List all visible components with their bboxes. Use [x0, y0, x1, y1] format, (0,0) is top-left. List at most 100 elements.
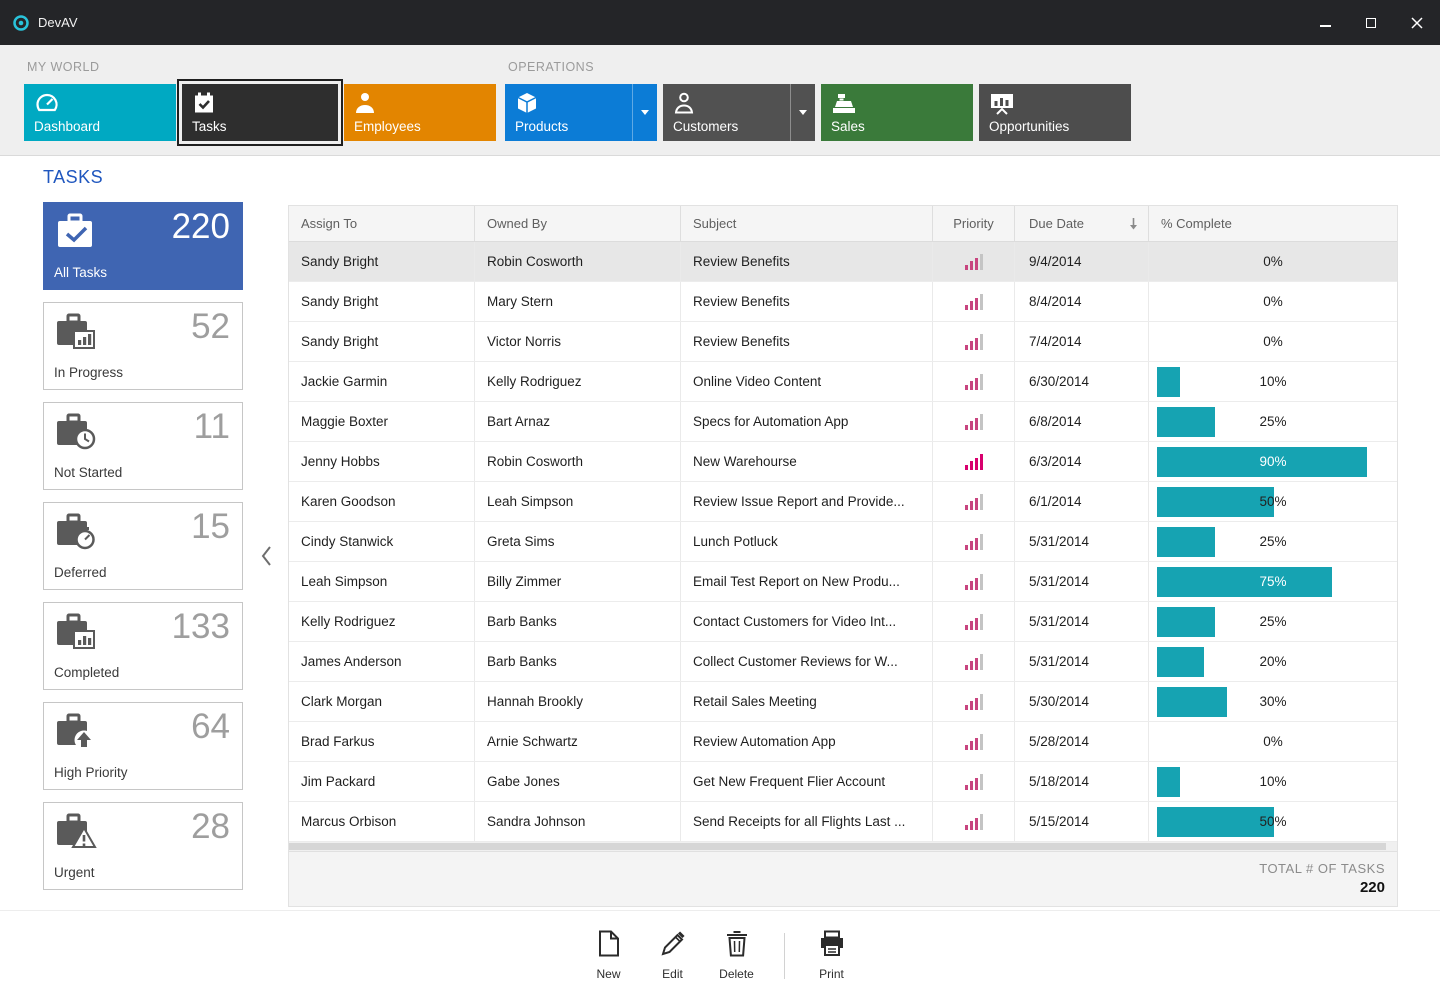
collapse-sidebar-button[interactable] — [256, 542, 276, 570]
table-row[interactable]: Karen Goodson Leah Simpson Review Issue … — [289, 482, 1397, 522]
close-button[interactable] — [1394, 0, 1440, 45]
in-progress-icon — [54, 313, 98, 356]
cell-assign-to: Clark Morgan — [289, 682, 475, 721]
table-body: Sandy Bright Robin Cosworth Review Benef… — [289, 242, 1397, 842]
customers-tile[interactable]: Customers — [663, 84, 815, 141]
filter-count: 28 — [191, 807, 230, 847]
column-header-owned-by[interactable]: Owned By — [475, 206, 681, 241]
cell-subject: Lunch Potluck — [681, 522, 933, 561]
filter-count: 64 — [191, 707, 230, 747]
table-row[interactable]: Kelly Rodriguez Barb Banks Contact Custo… — [289, 602, 1397, 642]
filter-tile-deferred[interactable]: 15 Deferred — [43, 502, 243, 590]
table-row[interactable]: Cindy Stanwick Greta Sims Lunch Potluck … — [289, 522, 1397, 562]
column-header-priority[interactable]: Priority — [933, 206, 1015, 241]
cell-due-date: 5/28/2014 — [1015, 722, 1149, 761]
priority-bars-icon — [965, 494, 983, 510]
print-button[interactable]: Print — [809, 930, 855, 981]
cell-due-date: 7/4/2014 — [1015, 322, 1149, 361]
cell-owned-by: Hannah Brookly — [475, 682, 681, 721]
opportunities-tile[interactable]: Opportunities — [979, 84, 1131, 141]
table-row[interactable]: Marcus Orbison Sandra Johnson Send Recei… — [289, 802, 1397, 842]
priority-bars-icon — [965, 614, 983, 630]
filter-tile-in-progress[interactable]: 52 In Progress — [43, 302, 243, 390]
table-row[interactable]: Sandy Bright Robin Cosworth Review Benef… — [289, 242, 1397, 282]
table-row[interactable]: Jackie Garmin Kelly Rodriguez Online Vid… — [289, 362, 1397, 402]
table-row[interactable]: Maggie Boxter Bart Arnaz Specs for Autom… — [289, 402, 1397, 442]
progress-label: 30% — [1149, 682, 1397, 721]
maximize-icon — [1366, 18, 1376, 28]
table-row[interactable]: Jim Packard Gabe Jones Get New Frequent … — [289, 762, 1397, 802]
cell-assign-to: Kelly Rodriguez — [289, 602, 475, 641]
filter-label: Urgent — [54, 865, 95, 880]
cell-priority — [933, 282, 1015, 321]
column-header-label: Subject — [693, 216, 736, 231]
deferred-icon — [54, 513, 98, 556]
tool-label: New — [596, 967, 620, 981]
table-row[interactable]: Brad Farkus Arnie Schwartz Review Automa… — [289, 722, 1397, 762]
progress-label: 90% — [1149, 442, 1397, 481]
cell-priority — [933, 522, 1015, 561]
sales-tile[interactable]: Sales — [821, 84, 973, 141]
horizontal-scrollbar[interactable] — [289, 842, 1397, 851]
employees-tile[interactable]: Employees — [344, 84, 496, 141]
delete-button[interactable]: Delete — [714, 930, 760, 981]
all-tasks-icon — [54, 213, 98, 256]
cube-icon — [515, 91, 539, 120]
column-header-label: Due Date — [1029, 216, 1084, 231]
tile-label: Employees — [354, 119, 421, 134]
edit-button[interactable]: Edit — [650, 930, 696, 981]
column-header-subject[interactable]: Subject — [681, 206, 933, 241]
filter-tile-completed[interactable]: 133 Completed — [43, 602, 243, 690]
cell-assign-to: Jenny Hobbs — [289, 442, 475, 481]
filter-tile-all-tasks[interactable]: 220 All Tasks — [43, 202, 243, 290]
cell-pct-complete: 25% — [1149, 522, 1397, 561]
priority-bars-icon — [965, 254, 983, 270]
progress-label: 0% — [1149, 322, 1397, 361]
column-header-assign-to[interactable]: Assign To — [289, 206, 475, 241]
maximize-button[interactable] — [1348, 0, 1394, 45]
products-dropdown-arrow[interactable] — [632, 84, 657, 141]
cell-priority — [933, 802, 1015, 841]
products-tile[interactable]: Products — [505, 84, 657, 141]
cell-owned-by: Gabe Jones — [475, 762, 681, 801]
cell-assign-to: Karen Goodson — [289, 482, 475, 521]
cell-assign-to: Maggie Boxter — [289, 402, 475, 441]
progress-label: 10% — [1149, 362, 1397, 401]
cell-owned-by: Mary Stern — [475, 282, 681, 321]
filter-count: 220 — [172, 207, 230, 247]
column-header-due-date[interactable]: Due Date — [1015, 206, 1149, 241]
filter-label: Completed — [54, 665, 119, 680]
filter-tile-urgent[interactable]: 28 Urgent — [43, 802, 243, 890]
filter-tile-not-started[interactable]: 11 Not Started — [43, 402, 243, 490]
cell-pct-complete: 20% — [1149, 642, 1397, 681]
table-row[interactable]: Sandy Bright Mary Stern Review Benefits … — [289, 282, 1397, 322]
tasks-tile[interactable]: Tasks — [182, 84, 338, 141]
scrollbar-thumb[interactable] — [289, 843, 1386, 850]
dashboard-tile[interactable]: Dashboard — [24, 84, 176, 141]
cell-pct-complete: 50% — [1149, 482, 1397, 521]
progress-label: 25% — [1149, 602, 1397, 641]
filter-label: In Progress — [54, 365, 123, 380]
cell-assign-to: Jackie Garmin — [289, 362, 475, 401]
print-icon — [819, 930, 845, 962]
column-header-pct-complete[interactable]: % Complete — [1149, 206, 1397, 241]
cell-subject: Review Issue Report and Provide... — [681, 482, 933, 521]
table-row[interactable]: Leah Simpson Billy Zimmer Email Test Rep… — [289, 562, 1397, 602]
close-icon — [1411, 17, 1423, 29]
priority-bars-icon — [965, 534, 983, 550]
priority-bars-icon — [965, 334, 983, 350]
table-row[interactable]: James Anderson Barb Banks Collect Custom… — [289, 642, 1397, 682]
new-button[interactable]: New — [586, 930, 632, 981]
table-row[interactable]: Jenny Hobbs Robin Cosworth New Warehours… — [289, 442, 1397, 482]
table-row[interactable]: Sandy Bright Victor Norris Review Benefi… — [289, 322, 1397, 362]
filter-tile-high-priority[interactable]: 64 High Priority — [43, 702, 243, 790]
table-row[interactable]: Clark Morgan Hannah Brookly Retail Sales… — [289, 682, 1397, 722]
cell-assign-to: Jim Packard — [289, 762, 475, 801]
sort-descending-icon — [1129, 218, 1138, 233]
priority-bars-icon — [965, 414, 983, 430]
minimize-button[interactable] — [1302, 0, 1348, 45]
customers-dropdown-arrow[interactable] — [790, 84, 815, 141]
cell-assign-to: Sandy Bright — [289, 322, 475, 361]
cell-priority — [933, 602, 1015, 641]
cell-due-date: 5/31/2014 — [1015, 522, 1149, 561]
